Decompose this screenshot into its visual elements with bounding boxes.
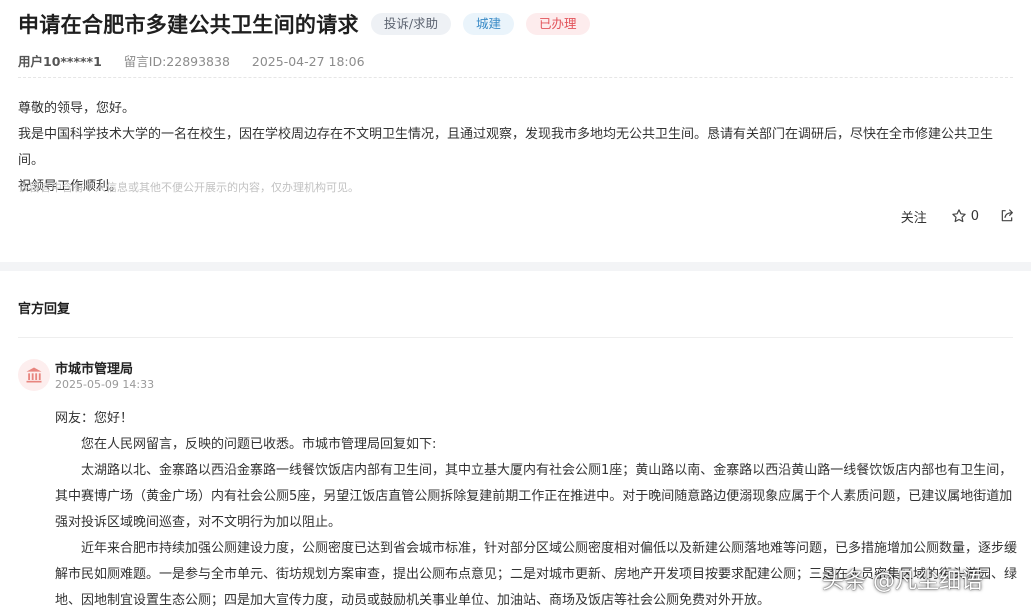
message-card: 申请在合肥市多建公共卫生间的请求 投诉/求助 城建 已办理 用户10*****1…: [0, 0, 1031, 262]
message-datetime: 2025-04-27 18:06: [251, 54, 365, 69]
avatar: [18, 359, 50, 391]
message-paragraph: 尊敬的领导，您好。: [18, 101, 136, 116]
category-tag[interactable]: 投诉/求助: [370, 13, 452, 35]
divider: [18, 337, 1013, 338]
share-button[interactable]: [999, 208, 1015, 224]
watermark: 头条 @凡尘细语: [822, 569, 983, 594]
domain-tag[interactable]: 城建: [463, 13, 515, 35]
reply-paragraph: 网友：您好！: [55, 411, 134, 426]
message-id: 留言ID:22893838: [123, 54, 230, 69]
page-title: 申请在合肥市多建公共卫生间的请求: [18, 13, 359, 37]
message-meta: 用户10*****1 留言ID:22893838 2025-04-27 18:0…: [18, 51, 383, 70]
section-gap: [0, 262, 1031, 271]
reply-paragraph: 您在人民网留言，反映的问题已收悉。市城市管理局回复如下:: [81, 437, 437, 452]
privacy-notice: 该留言中含有个人信息或其他不便公开展示的内容，仅办理机构可见。: [18, 181, 359, 194]
reply-org-name: 市城市管理局: [55, 362, 134, 377]
share-icon: [1001, 209, 1013, 222]
favorite-count: 0: [970, 208, 979, 224]
reply-paragraph: 太湖路以北、金寨路以西沿金寨路一线餐饮饭店内部有卫生间，其中立基大厦内有社会公厕…: [55, 463, 1013, 530]
divider: [18, 77, 1013, 78]
reply-section-title: 官方回复: [18, 302, 71, 317]
title-row: 申请在合肥市多建公共卫生间的请求 投诉/求助 城建 已办理: [18, 10, 590, 38]
status-badge: 已办理: [526, 13, 590, 35]
government-building-icon: [26, 367, 42, 383]
favorite-button[interactable]: 0: [951, 208, 979, 224]
message-paragraph: 我是中国科学技术大学的一名在校生，因在学校周边存在不文明卫生情况，且通过观察，发…: [18, 127, 994, 168]
author-name: 用户10*****1: [18, 54, 102, 69]
reply-date: 2025-05-09 14:33: [55, 378, 155, 391]
star-outline-icon: [951, 209, 966, 223]
follow-button[interactable]: 关注: [901, 207, 927, 226]
action-bar: 关注 0: [901, 205, 1015, 227]
